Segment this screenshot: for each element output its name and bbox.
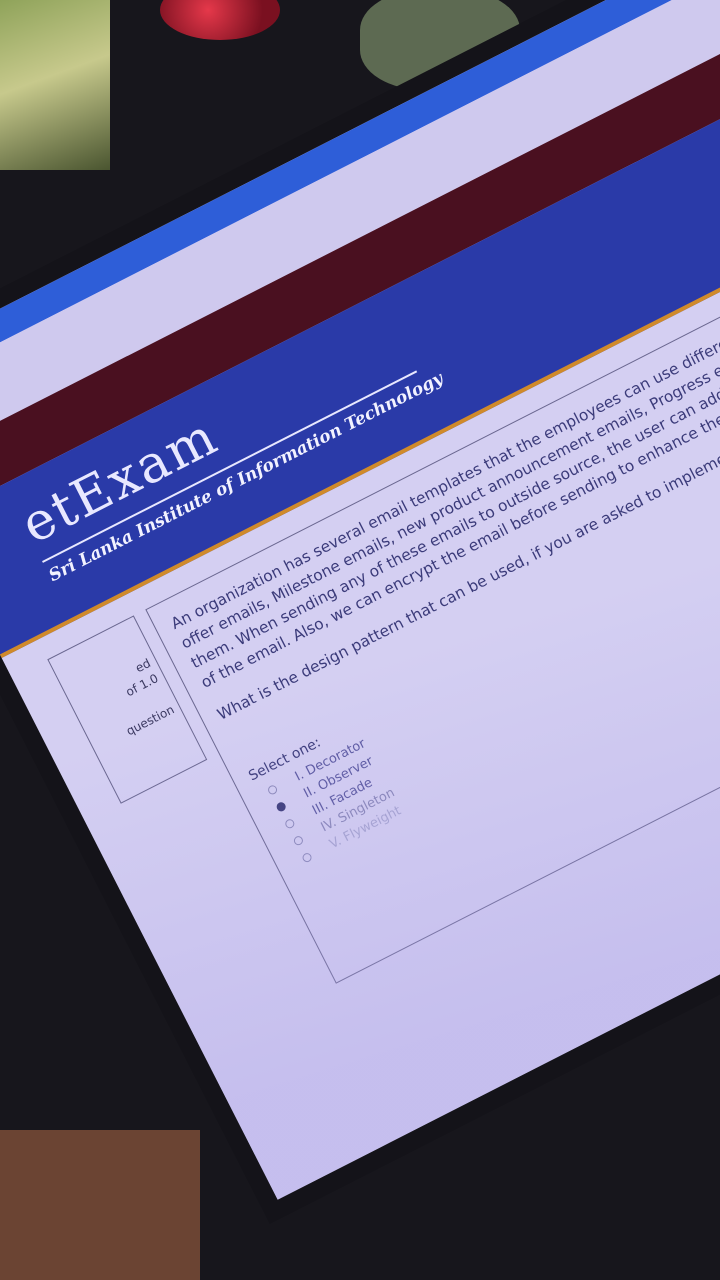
photo: etExam Sri Lanka Institute of Informatio… xyxy=(0,0,720,1280)
radio-button[interactable] xyxy=(292,834,305,847)
radio-button[interactable] xyxy=(283,817,296,830)
radio-button-selected[interactable] xyxy=(275,800,288,813)
monitor-screen: etExam Sri Lanka Institute of Informatio… xyxy=(0,0,720,1200)
background-red-object xyxy=(160,0,280,40)
radio-button[interactable] xyxy=(266,783,279,796)
radio-button[interactable] xyxy=(300,851,314,864)
background-desk xyxy=(0,1130,200,1280)
background-window xyxy=(0,0,110,170)
